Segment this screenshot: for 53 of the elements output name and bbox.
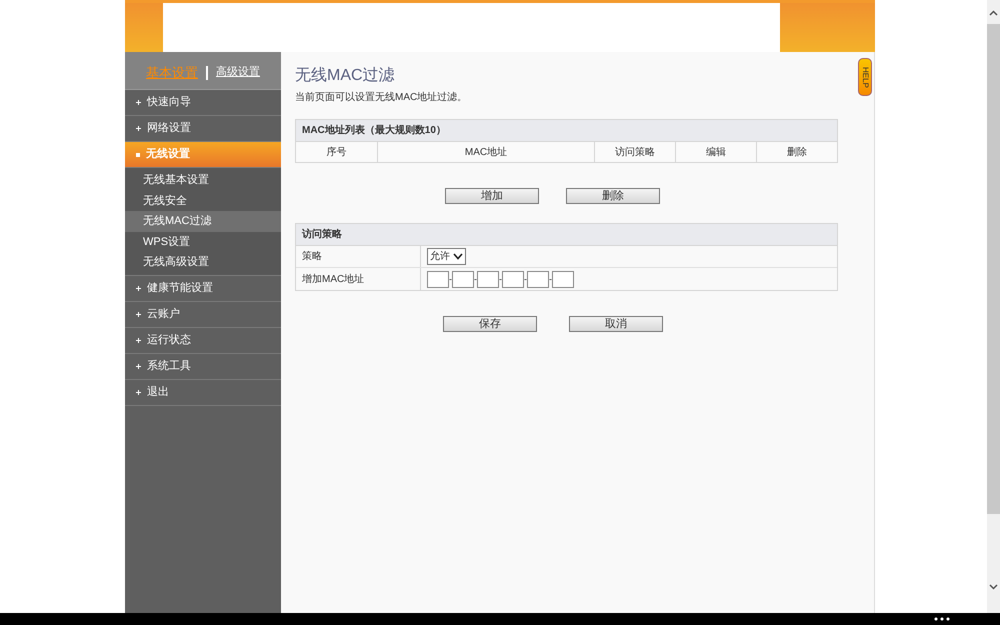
submenu-item[interactable]: 无线基本设置 [125,170,281,190]
page-description: 当前页面可以设置无线MAC地址过滤。 [295,90,468,105]
column-header: 编辑 [675,142,756,162]
menu-item[interactable]: 退出 [125,380,281,406]
chevron-down-icon [989,584,998,590]
more-icon[interactable] [934,617,950,621]
submenu-item[interactable]: 无线安全 [125,190,281,211]
separator: - [449,274,452,284]
help-tab[interactable]: HELP [858,58,872,96]
mac-octet-field[interactable] [527,270,549,288]
column-header: 序号 [326,146,348,160]
field-label: 策略 [296,246,421,267]
menu-item[interactable]: 系统工具 [125,354,281,380]
plus-icon [136,390,141,394]
scrollbar-thumb[interactable] [987,24,1000,514]
mac-octet-field[interactable] [552,270,574,288]
menu-item[interactable]: 云账户 [125,302,281,328]
plus-icon [136,338,141,342]
policy-select[interactable]: 允许 [427,248,466,265]
chevron-down-icon [453,253,463,260]
submenu-item[interactable]: 无线MAC过滤 [125,211,281,232]
submenu-item[interactable]: 无线高级设置 [125,252,281,272]
section-title: 访问策略 [296,224,837,246]
sidebar-tab[interactable]: 高级设置 [216,64,260,81]
table-title: MAC地址列表（最大规则数10） [296,120,837,142]
column-header: 访问策略 [594,142,675,162]
plus-icon [136,100,141,105]
scrollbar[interactable] [987,0,1000,613]
plus-icon [136,286,141,290]
menu-item[interactable]: 健康节能设置 [125,276,281,302]
form-button[interactable]: 增加 [445,188,539,204]
mac-octet-field[interactable] [452,270,474,288]
mac-octet-field[interactable] [427,270,449,288]
plus-icon [136,126,141,131]
separator: - [549,274,552,284]
square-bullet-icon [136,152,140,156]
page-title: 无线MAC过滤 [295,66,395,86]
chevron-up-icon [989,10,998,16]
plus-icon [136,312,141,316]
mac-octet-field[interactable] [502,270,524,288]
field-label: 增加MAC地址 [296,268,421,290]
form-button[interactable]: 保存 [443,316,537,332]
column-header: MAC地址 [377,142,594,162]
form-button[interactable]: 删除 [566,188,660,204]
column-header: 删除 [756,142,837,162]
plus-icon [136,364,141,368]
mac-octet-field[interactable] [477,270,499,288]
separator: - [499,274,502,284]
separator: - [474,274,477,284]
form-button[interactable]: 取消 [569,316,663,332]
separator: - [524,274,527,284]
submenu-item[interactable]: WPS设置 [125,232,281,252]
menu-item[interactable]: 运行状态 [125,328,281,354]
